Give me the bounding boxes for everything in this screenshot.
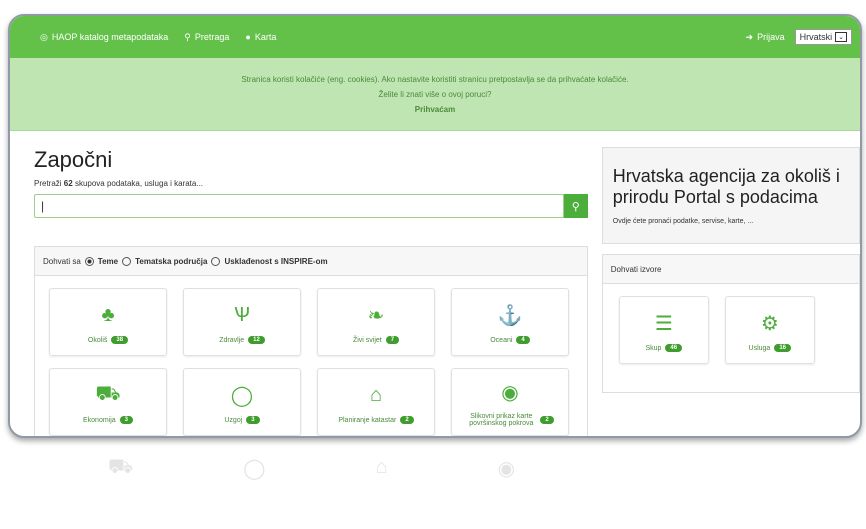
portal-subtitle: Ovdje ćete pronaći podatke, servise, kar… (612, 218, 754, 225)
cookie-more-link[interactable]: Želite li znati više o ovoj poruci? (10, 90, 860, 99)
category-card[interactable]: ◉ Slikovni prikaz karte površinskog pokro… (451, 368, 569, 436)
logo-icon: ◎ (40, 31, 48, 42)
category-card[interactable]: ♣ Okoliš 38 (49, 288, 167, 356)
search-button[interactable]: ⚲ (563, 194, 588, 218)
radio-teme[interactable] (84, 256, 94, 266)
language-value: Hrvatski (799, 32, 833, 42)
radio-tematska[interactable] (122, 256, 132, 266)
nav-map-label: Karta (254, 32, 277, 42)
category-card[interactable]: ⚓ Oceani 4 (451, 288, 569, 356)
category-grid: ♣ Okoliš 38 Ѱ Zdravlje 12 ❧ Živi svijet 7 ⚓ Oce… (35, 276, 587, 436)
sign-in-icon: ➜ (745, 31, 754, 42)
cart-icon: ⛟ (95, 382, 121, 405)
login-label: Prijava (757, 32, 785, 42)
category-label: Okoliš (87, 336, 108, 344)
nav-search[interactable]: ⚲ Pretraga (184, 32, 229, 43)
globe-icon: ◉ (497, 458, 516, 480)
filter-prefix: Dohvati sa (43, 256, 81, 266)
brand-label: HAOP katalog metapodataka (51, 32, 169, 42)
sources-title: Dohvati izvore (602, 255, 859, 284)
category-card[interactable]: Ѱ Zdravlje 12 (183, 288, 301, 356)
globe-icon: ● (245, 32, 251, 42)
nav-map[interactable]: ● Karta (245, 32, 276, 42)
category-label: Planiranje katastar (338, 416, 397, 424)
reflection-icons: ⛟ ◯ ⌂ ◉ (108, 456, 858, 481)
category-label: Ekonomija (82, 416, 116, 424)
category-card[interactable]: ⛟ Ekonomija 3 (49, 368, 167, 436)
subtitle-prefix: Pretraži (34, 179, 62, 188)
category-label: Zdravlje (219, 336, 245, 344)
count-badge: 3 (246, 416, 260, 424)
sources-panel: Dohvati izvore ☰ Skup 46 ⚙ Usluga 16 (601, 254, 860, 393)
count-badge: 46 (665, 344, 683, 352)
chevron-down-icon: ⌄ (835, 32, 847, 42)
nav-brand[interactable]: ◎ HAOP katalog metapodataka (40, 32, 168, 43)
count-badge: 2 (400, 416, 414, 424)
count-badge: 38 (111, 336, 129, 344)
cookie-banner: Stranica koristi kolačiće (eng. cookies)… (10, 58, 860, 131)
count-badge: 12 (248, 336, 265, 344)
radio-inspire[interactable] (211, 256, 221, 266)
nav-search-label: Pretraga (194, 32, 230, 42)
anchor-icon: ⚓ (497, 304, 523, 327)
category-label: Uzgoj (224, 416, 243, 424)
radio-label-teme: Teme (97, 256, 119, 266)
category-label: Živi svijet (352, 336, 382, 344)
source-label: Usluga (748, 344, 771, 352)
leaf-icon: ❧ (367, 304, 385, 327)
search-icon: ⚲ (184, 31, 191, 42)
source-card[interactable]: ⚙ Usluga 16 (724, 296, 815, 364)
category-label: Slikovni prikaz karte površinskog pokrov… (469, 413, 534, 427)
home-icon: ⌂ (375, 456, 388, 478)
source-card[interactable]: ☰ Skup 46 (618, 296, 709, 364)
dataset-count: 62 (63, 179, 73, 188)
search-icon: ⚲ (571, 200, 580, 213)
category-panel: Dohvati sa Teme Tematska područja Usklađ… (34, 246, 588, 436)
tree-icon: ♣ (101, 303, 115, 326)
browser-frame: ◎ HAOP katalog metapodataka ⚲ Pretraga ●… (8, 14, 862, 438)
cart-icon: ⛟ (108, 456, 134, 478)
category-card[interactable]: ⌂ Planiranje katastar 2 (317, 368, 435, 436)
page-title: Započni (34, 147, 113, 172)
category-card[interactable]: ❧ Živi svijet 7 (317, 288, 435, 356)
login-link[interactable]: ➜ Prijava (746, 32, 785, 43)
count-badge: 16 (774, 344, 792, 352)
portal-info-box: Hrvatska agencija za okoliš i prirodu Po… (601, 147, 860, 244)
source-label: Skup (645, 344, 662, 352)
count-badge: 4 (516, 336, 530, 344)
gear-icon: ⚙ (760, 312, 779, 335)
database-icon: ☰ (654, 312, 673, 335)
right-column: Hrvatska agencija za okoliš i prirodu Po… (601, 145, 860, 436)
search-input[interactable] (34, 194, 564, 218)
radio-label-inspire: Usklađenost s INSPIRE-om (224, 256, 328, 266)
cookie-text: Stranica koristi kolačiće (eng. cookies)… (241, 74, 629, 84)
count-badge: 7 (385, 336, 400, 344)
radio-label-tematska: Tematska područja (135, 256, 208, 266)
left-column: Započni Pretraži 62 skupova podataka, us… (28, 145, 588, 436)
home-icon: ⌂ (369, 383, 383, 406)
count-badge: 3 (119, 416, 134, 424)
filter-bar: Dohvati sa Teme Tematska područja Usklađ… (35, 247, 587, 276)
search-subtitle: Pretraži 62 skupova podataka, usluga i k… (34, 179, 588, 188)
portal-title: Hrvatska agencija za okoliš i prirodu Po… (612, 166, 840, 207)
category-card[interactable]: ◯ Uzgoj 3 (183, 368, 301, 436)
lemon-icon: ◯ (243, 458, 266, 480)
stethoscope-icon: Ѱ (234, 303, 250, 326)
mirror-reflection: ⛟ ◯ ⌂ ◉ (8, 436, 858, 526)
lemon-icon: ◯ (230, 384, 254, 407)
subtitle-suffix: skupova podataka, usluga i karata... (74, 179, 204, 188)
language-select[interactable]: Hrvatski ⌄ (794, 29, 852, 45)
globe-icon: ◉ (501, 381, 519, 404)
category-label: Oceani (490, 336, 513, 344)
top-navbar: ◎ HAOP katalog metapodataka ⚲ Pretraga ●… (10, 16, 860, 58)
count-badge: 2 (540, 416, 554, 424)
cookie-accept-button[interactable]: Prihvaćam (10, 105, 860, 114)
